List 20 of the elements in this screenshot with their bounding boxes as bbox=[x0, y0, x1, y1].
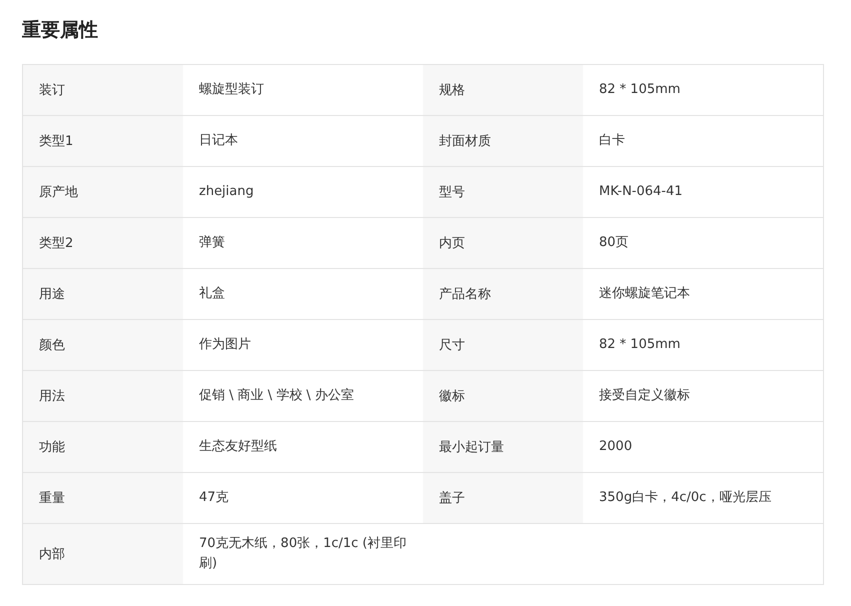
attribute-label: 徽标 bbox=[423, 371, 583, 421]
attribute-label: 内页 bbox=[423, 218, 583, 268]
attribute-label: 颜色 bbox=[23, 320, 183, 370]
attribute-label: 最小起订量 bbox=[423, 422, 583, 472]
attribute-label: 用法 bbox=[23, 371, 183, 421]
attribute-label: 内部 bbox=[23, 524, 183, 584]
attribute-label: 功能 bbox=[23, 422, 183, 472]
attribute-label: 装订 bbox=[23, 65, 183, 115]
attribute-label: 原产地 bbox=[23, 167, 183, 217]
attribute-label: 规格 bbox=[423, 65, 583, 115]
attribute-label: 型号 bbox=[423, 167, 583, 217]
attribute-label: 封面材质 bbox=[423, 116, 583, 166]
attribute-label: 重量 bbox=[23, 473, 183, 523]
attribute-label: 类型1 bbox=[23, 116, 183, 166]
attribute-label: 类型2 bbox=[23, 218, 183, 268]
attribute-label: 用途 bbox=[23, 269, 183, 319]
attribute-label: 尺寸 bbox=[423, 320, 583, 370]
attribute-label: 产品名称 bbox=[423, 269, 583, 319]
section-title: 重要属性 bbox=[22, 18, 99, 42]
attribute-label: 盖子 bbox=[423, 473, 583, 523]
